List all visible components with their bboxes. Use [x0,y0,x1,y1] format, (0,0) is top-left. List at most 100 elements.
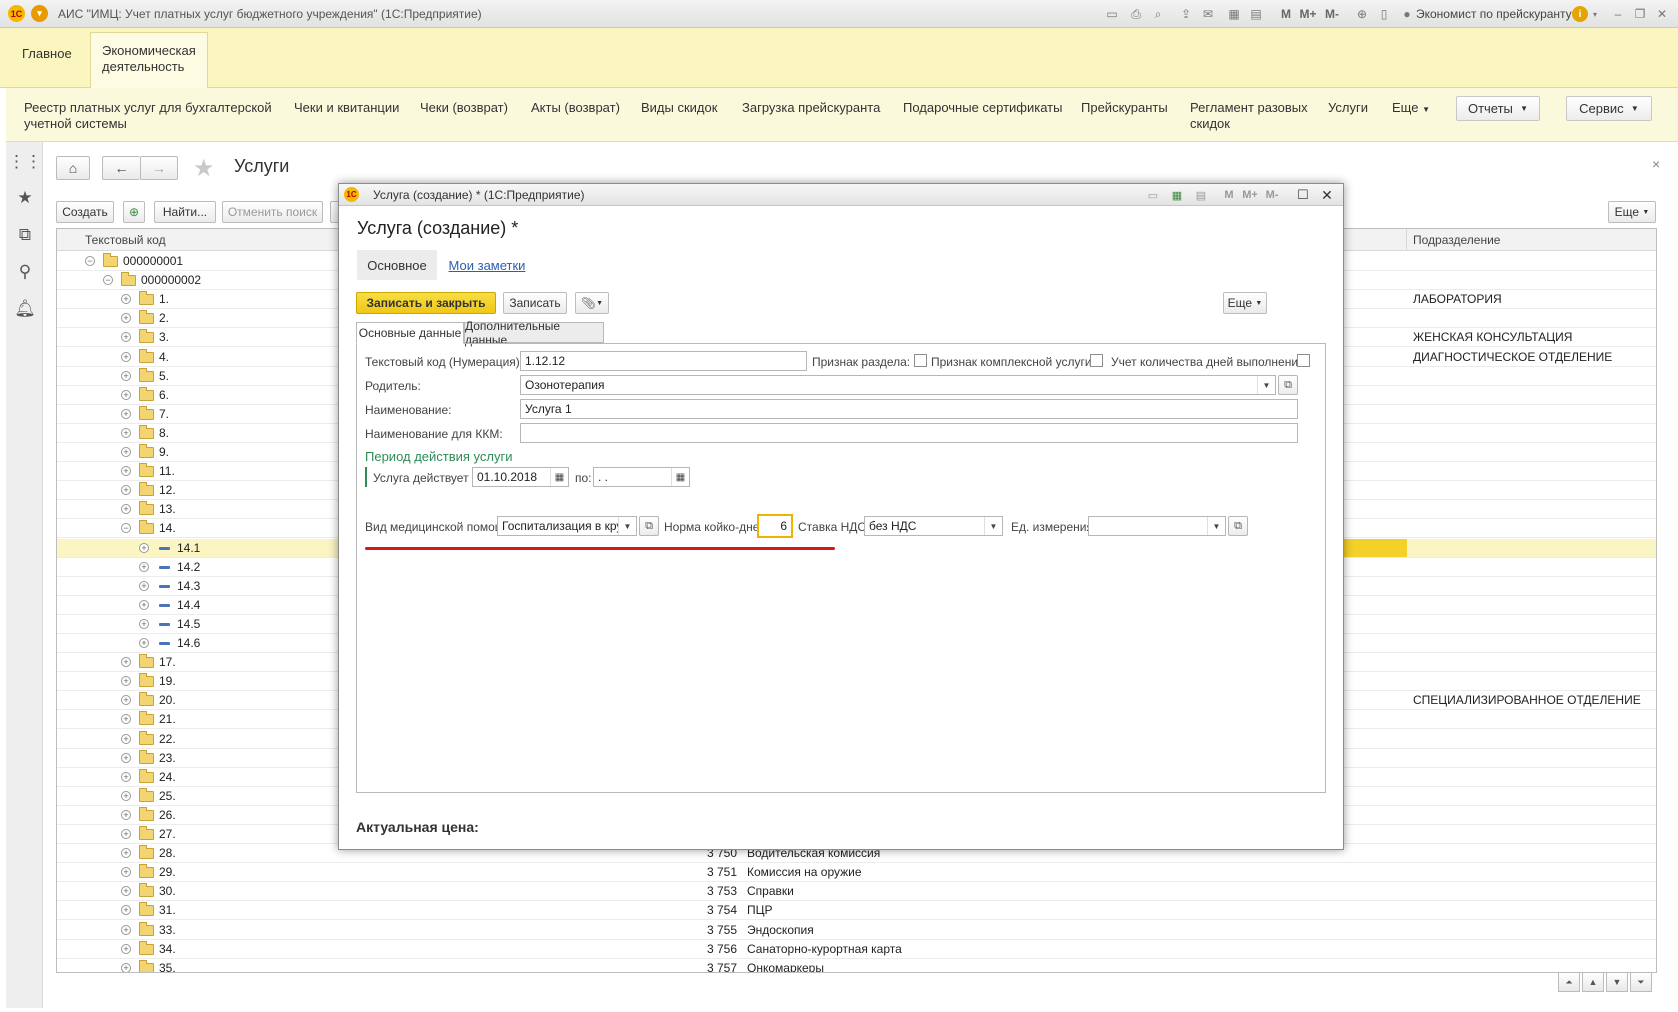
expand-icon[interactable]: + [139,618,149,629]
close-form-icon[interactable]: × [1652,156,1660,172]
calendar-icon[interactable]: ▦ [550,468,568,486]
expand-icon[interactable]: + [121,408,131,419]
main-menu-dropdown-icon[interactable]: ▾ [31,5,48,22]
service-button[interactable]: Сервис ▼ [1566,96,1652,121]
save-and-close-button[interactable]: Записать и закрыть [356,292,496,314]
home-button[interactable]: ⌂ [56,156,90,180]
collapse-icon[interactable]: − [85,256,95,266]
find-button[interactable]: Найти... [154,201,216,223]
expand-icon[interactable]: + [121,332,131,343]
save-doc-icon[interactable]: ▭ [1145,187,1161,203]
chevron-down-icon[interactable]: ▼ [618,517,636,535]
expand-icon[interactable]: + [121,389,131,400]
name-input[interactable]: Услуга 1 [520,399,1298,419]
expand-icon[interactable]: + [121,886,131,897]
expand-icon[interactable]: + [121,733,131,744]
vat-rate-input[interactable]: без НДС ▼ [864,516,1003,536]
page-up-button[interactable]: ▲ [1582,972,1604,992]
expand-icon[interactable]: + [121,485,131,496]
favorites-star-icon[interactable]: ★ [15,188,35,208]
nav-link-services[interactable]: Услуги [1328,100,1368,116]
calculator-icon[interactable]: ▦ [1169,187,1185,203]
collapse-icon[interactable]: − [121,523,131,534]
nav-link-price-import[interactable]: Загрузка прейскуранта [742,100,880,116]
expand-icon[interactable]: + [121,905,131,916]
table-row[interactable]: +33. 3 755 Эндоскопия [57,921,1656,940]
expand-icon[interactable]: + [121,370,131,381]
back-button[interactable]: ← [102,156,140,180]
calendar-icon[interactable]: ▤ [1193,187,1209,203]
chevron-down-icon[interactable]: ▼ [1257,376,1275,394]
zoom-icon[interactable]: ⊕ [1354,6,1370,22]
expand-icon[interactable]: + [121,351,131,362]
restore-icon[interactable]: ❐ [1632,6,1648,22]
expand-icon[interactable]: + [121,848,131,859]
table-row[interactable]: +34. 3 756 Санаторно-курортная карта [57,940,1656,959]
kkm-name-input[interactable] [520,423,1298,443]
expand-icon[interactable]: + [121,466,131,477]
mail-icon[interactable]: ✉ [1200,6,1216,22]
table-row[interactable]: +30. 3 753 Справки [57,882,1656,902]
list-more-button[interactable]: Еще ▼ [1608,201,1656,223]
tab-my-notes[interactable]: Мои заметки [445,250,529,280]
column-header-department[interactable]: Подразделение [1407,229,1656,251]
expand-icon[interactable]: + [121,867,131,878]
preview-icon[interactable]: ⌕ [1150,6,1166,22]
nav-link-receipts[interactable]: Чеки и квитанции [294,100,399,116]
nav-link-price-lists[interactable]: Прейскуранты [1081,100,1168,116]
attachments-button[interactable]: 📎︎ ▼ [575,292,609,314]
code-input[interactable]: 1.12.12 [520,351,807,371]
dialog-more-button[interactable]: Еще ▼ [1223,292,1267,314]
expand-icon[interactable]: + [121,790,131,801]
expand-icon[interactable]: + [121,771,131,782]
section-main[interactable]: Главное [22,46,72,62]
save-button[interactable]: Записать [503,292,567,314]
expand-icon[interactable]: + [121,427,131,438]
calendar-icon[interactable]: ▦ [671,468,689,486]
close-app-icon[interactable]: ✕ [1654,6,1670,22]
tab-main[interactable]: Основное [357,250,437,280]
upload-icon[interactable]: ⇪ [1178,6,1194,22]
expand-icon[interactable]: + [121,676,131,687]
scroll-to-top-button[interactable]: ⏶ [1558,972,1580,992]
expand-icon[interactable]: + [121,695,131,706]
close-dialog-icon[interactable]: ✕ [1319,187,1335,203]
search-icon[interactable]: ⚲ [15,262,35,282]
scroll-to-bottom-button[interactable]: ⏷ [1630,972,1652,992]
calculator-icon[interactable]: ▦ [1226,6,1242,22]
expand-icon[interactable]: + [121,752,131,763]
panel-icon[interactable]: ▯ [1376,6,1392,22]
create-button[interactable]: Создать [56,201,114,223]
minimize-icon[interactable]: – [1610,6,1626,22]
parent-input[interactable]: Озонотерапия ▼ [520,375,1276,395]
collapse-icon[interactable]: − [103,275,113,286]
1c-logo-icon[interactable]: 1С [8,5,25,22]
chevron-down-icon[interactable]: ▼ [1207,517,1225,535]
expand-icon[interactable]: + [139,542,149,553]
grid-menu-icon[interactable]: ⋮⋮ [8,152,42,172]
maximize-icon[interactable]: ☐ [1295,187,1311,203]
save-icon[interactable]: ▭ [1104,6,1120,22]
cancel-search-button[interactable]: Отменить поиск [222,201,323,223]
subtab-main-data[interactable]: Основные данные [356,322,464,344]
valid-to-input[interactable]: . . ▦ [593,467,690,487]
memory-m-button[interactable]: M [1278,6,1294,22]
chevron-down-icon[interactable]: ▼ [984,517,1002,535]
expand-icon[interactable]: + [121,313,131,324]
print-icon[interactable]: ⎙ [1128,6,1144,22]
expand-icon[interactable]: + [139,638,149,648]
days-flag-checkbox[interactable] [1297,354,1310,367]
expand-icon[interactable]: + [121,447,131,457]
expand-icon[interactable]: + [121,962,131,972]
nav-link-gift-certificates[interactable]: Подарочные сертификаты [903,100,1062,116]
unit-open-button[interactable]: ⧉ [1228,516,1248,536]
valid-from-input[interactable]: 01.10.2018 ▦ [472,467,569,487]
expand-icon[interactable]: + [139,580,149,591]
expand-icon[interactable]: + [139,599,149,610]
expand-icon[interactable]: + [121,714,131,725]
expand-icon[interactable]: + [121,924,131,935]
care-type-input[interactable]: Госпитализация в круглосуточный стациона… [497,516,637,536]
expand-icon[interactable]: + [121,829,131,839]
section-economic-activity[interactable]: Экономическая деятельность [90,32,208,88]
reports-button[interactable]: Отчеты ▼ [1456,96,1540,121]
